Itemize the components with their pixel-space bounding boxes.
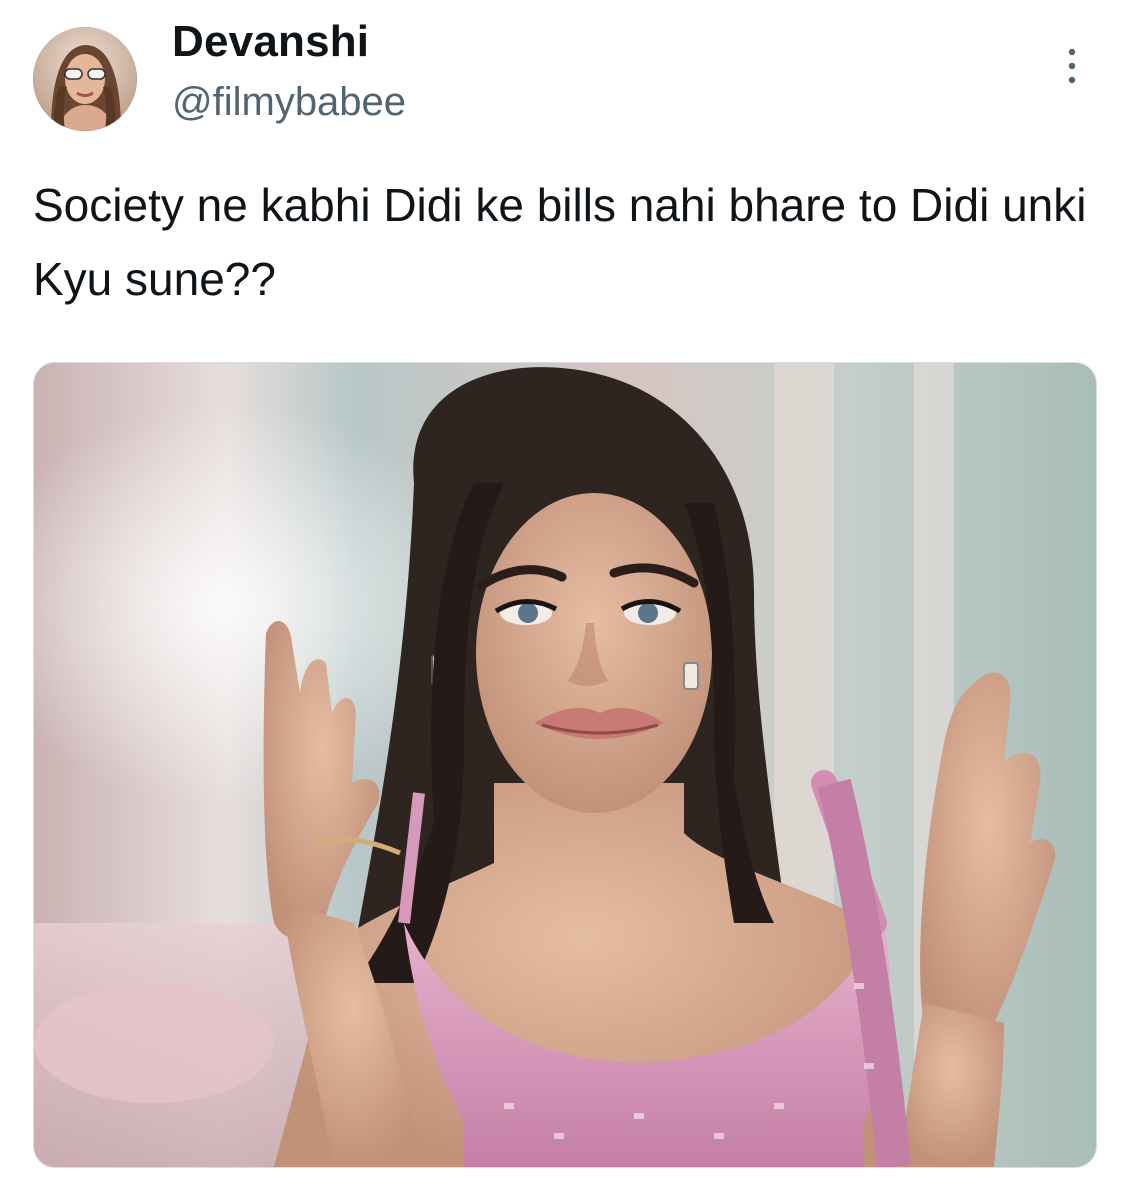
- user-handle[interactable]: @filmybabee: [172, 76, 406, 128]
- avatar[interactable]: [33, 27, 137, 131]
- tweet-card: Devanshi @filmybabee Society ne kabhi Di…: [0, 0, 1126, 1200]
- tweet-media-photo[interactable]: [33, 362, 1097, 1168]
- user-avatar-icon: [33, 27, 137, 131]
- display-name[interactable]: Devanshi: [172, 14, 369, 70]
- tweet-text: Society ne kabhi Didi ke bills nahi bhar…: [33, 179, 1087, 305]
- more-options-button[interactable]: [1056, 40, 1088, 92]
- more-vertical-icon: [1068, 48, 1076, 84]
- photo-image: [34, 363, 1096, 1167]
